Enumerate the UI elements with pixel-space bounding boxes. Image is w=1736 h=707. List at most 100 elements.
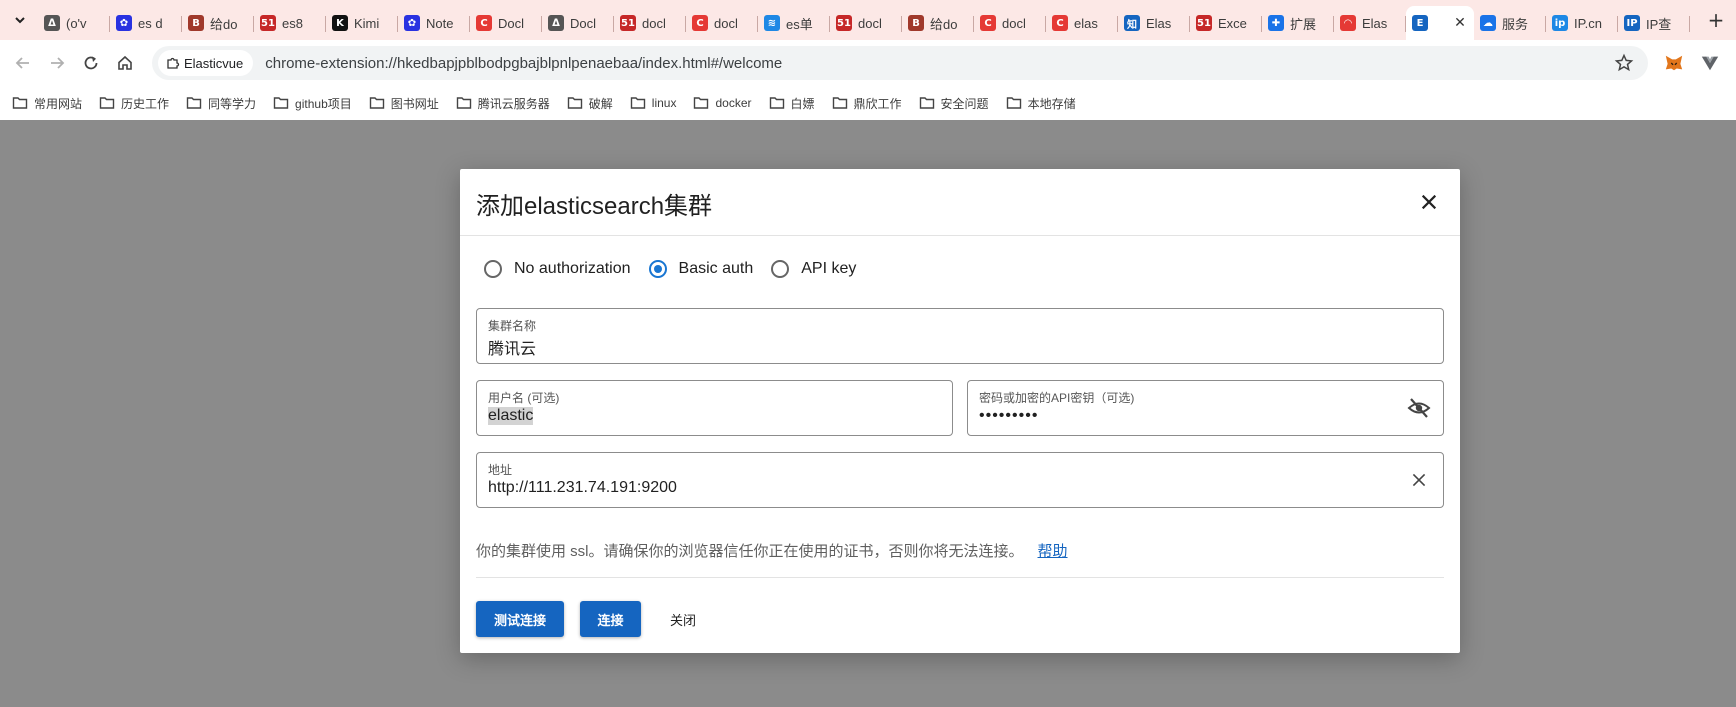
ip-icon: IP [1624,15,1640,31]
tab[interactable]: C Docl [470,8,542,38]
tab-title: Docl [498,15,525,31]
address-bar[interactable]: Elasticvue chrome-extension://hkedbapjpb… [152,46,1648,80]
bookmark-folder[interactable]: 本地存储 [1006,95,1076,112]
tab[interactable]: Cdocl [974,8,1046,38]
password-input[interactable]: ••••••••• [979,407,1038,425]
bookmark-folder[interactable]: 白嫖 [769,95,815,112]
toggle-password-visibility-button[interactable] [1407,396,1431,420]
radio-label: Basic auth [678,260,754,277]
csdn-icon: C [1052,15,1068,31]
bookmark-folder[interactable]: 鼎欣工作 [832,95,902,112]
bookmark-folder[interactable]: 破解 [567,95,613,112]
tab[interactable]: B 给do [182,8,254,38]
close-button[interactable]: 关闭 [653,601,713,637]
clear-address-button[interactable] [1407,468,1431,492]
forward-button[interactable] [40,46,74,80]
arrow-right-icon [51,57,65,69]
bookmark-folder[interactable]: 历史工作 [99,95,169,112]
test-connection-button[interactable]: 测试连接 [476,601,564,637]
tab-title: 给do [210,16,238,32]
tab[interactable]: B 给do [902,8,974,38]
dialog-close-button[interactable] [1414,187,1444,217]
cluster-name-input[interactable]: 腾讯云 [488,335,536,359]
tab[interactable]: IP IP查 [1618,8,1690,38]
bookmark-label: 同等学力 [208,96,257,111]
address-input[interactable]: http://111.231.74.191:9200 [488,479,677,497]
radio-label: No authorization [514,260,631,277]
tab[interactable]: ≋ es单 [758,8,830,38]
tab[interactable]: Celas [1046,8,1118,38]
help-link[interactable]: 帮助 [1038,543,1068,560]
back-button[interactable] [6,46,40,80]
tab[interactable]: ◠ Elas [1334,8,1406,38]
reload-button[interactable] [74,46,108,80]
tab[interactable]: 51 docl [830,8,902,38]
tab-search-button[interactable] [6,6,34,34]
bookmark-folder[interactable]: github项目 [273,95,352,112]
tab-close-icon[interactable]: ✕ [1452,15,1468,31]
radio-label: API key [801,260,857,277]
tab-title: elas [1074,15,1098,31]
puzzle-icon: ✚ [1268,15,1284,31]
bookmark-label: linux [651,96,677,110]
password-field[interactable]: 密码或加密的API密钥（可选) ••••••••• [967,380,1444,436]
connect-button[interactable]: 连接 [580,601,641,637]
tab[interactable]: ᐃ Docl [542,8,614,38]
star-icon[interactable] [1614,53,1634,73]
bookmark-folder[interactable]: 同等学力 [186,95,256,112]
field-label: 密码或加密的API密钥（可选) [979,391,1135,405]
bookmark-folder[interactable]: 常用网站 [12,95,82,112]
dialog-title: 添加elasticsearch集群 [476,193,713,220]
tab-title: IP查 [1646,16,1672,32]
folder-icon [567,97,582,109]
vue-devtools-icon[interactable] [1699,52,1721,74]
bookmark-label: 图书网址 [390,96,439,111]
metamask-fox-icon[interactable] [1663,52,1685,74]
tab[interactable]: ip IP.cn [1546,8,1618,38]
bookmark-folder[interactable]: docker [693,95,752,111]
radio-no-authorization[interactable]: No authorization [484,260,631,278]
tab[interactable]: 51 es8 [254,8,326,38]
tab-active[interactable]: E ✕ [1406,6,1474,40]
tab[interactable]: Cdocl [686,8,758,38]
tab-list: ᐃ (o'v ✿ es d B 给do 51 es8 K Kimi ✿ Note C Docl ᐃ Docl 5… [38,0,1702,40]
tab[interactable]: ☁ 服务 [1474,8,1546,38]
tab[interactable]: 知 Elas [1118,8,1190,38]
zhihu-icon: 知 [1124,15,1140,31]
tab-title: 给do [930,16,958,32]
tab[interactable]: K Kimi [326,8,398,38]
bookmark-folder[interactable]: 图书网址 [369,95,439,112]
tab[interactable]: ᐃ (o'v [38,8,110,38]
field-label: 用户名 (可选) [488,391,560,405]
site-info-chip[interactable]: Elasticvue [158,50,254,76]
b-icon: B [188,15,204,31]
tab-title: docl [642,15,666,31]
folder-icon [369,97,384,109]
tab[interactable]: ✚ 扩展 [1262,8,1334,38]
tab[interactable]: 51 docl [614,8,686,38]
bookmark-folder[interactable]: linux [630,95,677,111]
reload-icon [84,56,98,70]
new-tab-button[interactable]: + [1702,6,1730,34]
home-button[interactable] [108,46,142,80]
cluster-name-field[interactable]: 集群名称 腾讯云 [476,308,1444,364]
username-input[interactable]: elastic [488,407,534,425]
username-field[interactable]: 用户名 (可选) elastic [476,380,953,436]
auth-type-radio-group: No authorization Basic auth API key [484,260,874,278]
folder-icon [832,97,847,109]
address-field[interactable]: 地址 http://111.231.74.191:9200 [476,452,1444,508]
folder-icon [456,97,471,109]
tab-title: docl [858,15,882,31]
csdn-icon: C [980,15,996,31]
tab[interactable]: 51 Exce [1190,8,1262,38]
radio-api-key[interactable]: API key [771,260,856,278]
tab[interactable]: ✿ Note [398,8,470,38]
tab[interactable]: ✿ es d [110,8,182,38]
bookmark-folder[interactable]: 安全问题 [919,95,989,112]
bookmark-folder[interactable]: 腾讯云服务器 [456,95,550,112]
51cto-icon: 51 [1196,15,1212,31]
bookmark-label: docker [715,96,752,110]
radio-basic-auth[interactable]: Basic auth [648,260,754,278]
modal-overlay: 添加elasticsearch集群 No authorization Basic… [0,120,1736,707]
site-chip-label: Elasticvue [184,55,244,71]
